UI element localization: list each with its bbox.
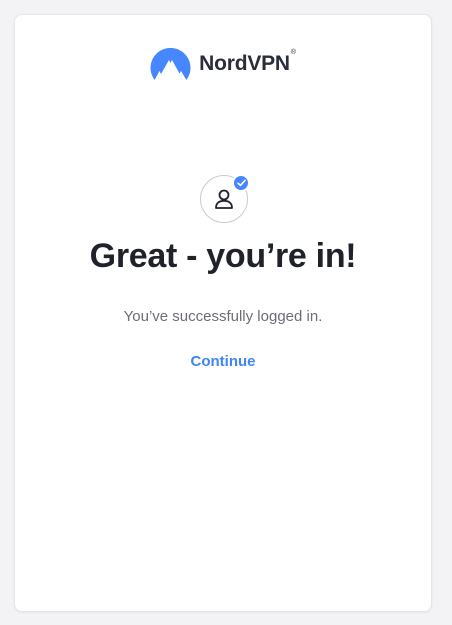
user-status-avatar xyxy=(200,174,250,223)
continue-link[interactable]: Continue xyxy=(15,353,431,370)
verified-badge xyxy=(232,174,250,192)
brand-name: NordVPN® xyxy=(199,48,296,76)
nordvpn-logo-icon xyxy=(150,47,191,80)
checkmark-icon xyxy=(236,179,246,187)
trademark-symbol: ® xyxy=(290,48,296,56)
page-title: Great - you’re in! xyxy=(89,237,357,275)
success-message: You’ve successfully logged in. xyxy=(123,308,323,325)
user-icon xyxy=(215,189,233,209)
brand-header: NordVPN® xyxy=(15,46,431,81)
login-success-card: NordVPN® Great - you’re in! You’ve succe… xyxy=(14,14,432,612)
brand-name-text: NordVPN xyxy=(199,51,290,75)
